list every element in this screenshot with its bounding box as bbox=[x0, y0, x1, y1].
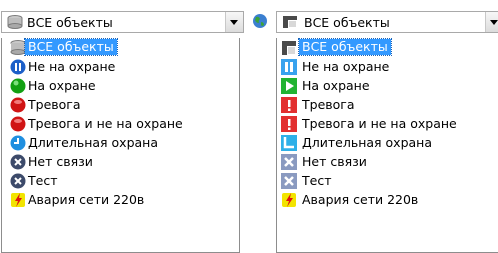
list-item-label: Не на охране bbox=[28, 59, 116, 74]
list-item[interactable]: На охране bbox=[2, 76, 239, 95]
list-item-label: На охране bbox=[302, 78, 370, 93]
clock-square-blue-icon bbox=[281, 135, 297, 151]
list-item[interactable]: Авария сети 220в bbox=[2, 190, 239, 209]
list-item[interactable]: ВСЕ объекты bbox=[2, 38, 239, 57]
list-item[interactable]: Тревога bbox=[277, 95, 498, 114]
list-item[interactable]: Длительная охрана bbox=[2, 133, 239, 152]
pause-square-blue-icon bbox=[281, 59, 297, 75]
lightning-icon bbox=[281, 192, 297, 208]
list-item-label: На охране bbox=[28, 78, 96, 93]
list-item[interactable]: ВСЕ объекты bbox=[277, 38, 498, 57]
circle-green-icon bbox=[10, 78, 26, 94]
list-item-label: Тревога bbox=[28, 97, 81, 112]
list-item[interactable]: Нет связи bbox=[2, 152, 239, 171]
x-square-gray-icon bbox=[281, 173, 297, 189]
list-item-label: Не на охране bbox=[302, 59, 390, 74]
lightning-icon bbox=[10, 192, 26, 208]
list-item-label: ВСЕ объекты bbox=[298, 38, 392, 56]
list-item-label: Длительная охрана bbox=[28, 135, 159, 150]
list-item[interactable]: Тревога bbox=[2, 95, 239, 114]
globe-icon bbox=[252, 13, 268, 29]
list-item[interactable]: На охране bbox=[277, 76, 498, 95]
x-circle-gray-icon bbox=[10, 154, 26, 170]
list-item[interactable]: Не на охране bbox=[277, 57, 498, 76]
list-item-label: Тревога bbox=[302, 97, 355, 112]
circle-red-icon bbox=[10, 97, 26, 113]
list-item[interactable]: Нет связи bbox=[277, 152, 498, 171]
list-item[interactable]: Тест bbox=[2, 171, 239, 190]
clock-blue-icon bbox=[10, 135, 26, 151]
dropdown-list-left[interactable]: ВСЕ объекты Не на охране На охране Тревога Т… bbox=[1, 38, 240, 253]
list-item-label: Длительная охрана bbox=[302, 135, 433, 150]
list-item[interactable]: Не на охране bbox=[2, 57, 239, 76]
list-item-label: Тест bbox=[28, 173, 58, 188]
database-icon bbox=[10, 40, 26, 55]
database-icon bbox=[7, 15, 23, 29]
pause-circle-blue-icon bbox=[10, 59, 26, 75]
list-item[interactable]: Тест bbox=[277, 171, 498, 190]
list-item-label: Авария сети 220в bbox=[302, 192, 419, 207]
list-item-label: Нет связи bbox=[28, 154, 93, 169]
chevron-down-icon[interactable] bbox=[225, 12, 243, 32]
play-square-green-icon bbox=[281, 78, 297, 94]
circle-red-icon bbox=[10, 116, 26, 132]
alert-square-red-icon bbox=[281, 97, 297, 113]
list-item[interactable]: Длительная охрана bbox=[277, 133, 498, 152]
folder-dark-icon bbox=[281, 40, 297, 56]
list-item[interactable]: Авария сети 220в bbox=[277, 190, 498, 209]
list-item-label: Тревога и не на охране bbox=[28, 116, 183, 131]
list-item-label: Авария сети 220в bbox=[28, 192, 145, 207]
alert-square-red-icon bbox=[281, 116, 297, 132]
list-item-label: ВСЕ объекты bbox=[24, 38, 118, 56]
list-item-label: Тест bbox=[302, 173, 332, 188]
folder-dark-icon bbox=[282, 15, 298, 29]
list-item[interactable]: Тревога и не на охране bbox=[2, 114, 239, 133]
object-filter-combobox-right[interactable]: ВСЕ объекты bbox=[276, 11, 498, 33]
list-item[interactable]: Тревога и не на охране bbox=[277, 114, 498, 133]
dropdown-list-right[interactable]: ВСЕ объекты Не на охране На охране Тревога Т… bbox=[276, 38, 498, 253]
combobox-value: ВСЕ объекты bbox=[304, 15, 390, 30]
object-filter-combobox-left[interactable]: ВСЕ объекты bbox=[1, 11, 244, 33]
x-square-gray-icon bbox=[281, 154, 297, 170]
list-item-label: Нет связи bbox=[302, 154, 367, 169]
combobox-value: ВСЕ объекты bbox=[27, 15, 113, 30]
x-circle-gray-icon bbox=[10, 173, 26, 189]
list-item-label: Тревога и не на охране bbox=[302, 116, 457, 131]
chevron-down-icon[interactable] bbox=[485, 12, 498, 32]
